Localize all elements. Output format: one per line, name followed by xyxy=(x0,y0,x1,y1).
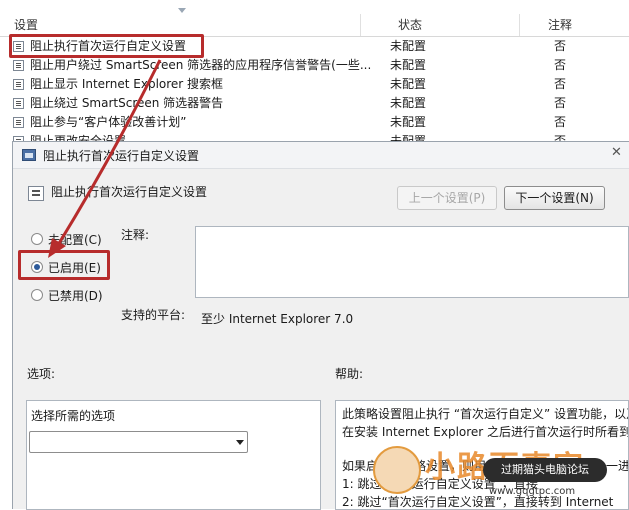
select-option-label: 选择所需的选项 xyxy=(31,409,116,423)
policy-window-icon xyxy=(22,149,36,161)
table-row[interactable]: 阻止参与“客户体验改善计划” 未配置 否 xyxy=(0,113,629,132)
table-row[interactable]: 阻止用户绕过 SmartScreen 筛选器的应用程序信誉警告(一些... 未配… xyxy=(0,56,629,75)
watermark-bubble: 过期猫头电脑论坛 xyxy=(483,458,607,482)
column-header-setting[interactable]: 设置 xyxy=(14,14,38,36)
previous-setting-button[interactable]: 上一个设置(P) xyxy=(397,186,497,210)
radio-not-configured-label[interactable]: 未配置(C) xyxy=(48,231,102,248)
dialog-titlebar[interactable]: 阻止执行首次运行自定义设置 ✕ xyxy=(13,142,629,169)
mascot-icon xyxy=(373,446,421,494)
policy-list: 设置 状态 注释 阻止执行首次运行自定义设置 未配置 否 阻止用户绕过 Smar… xyxy=(0,0,629,150)
chevron-down-icon xyxy=(236,440,244,445)
table-row[interactable]: 阻止显示 Internet Explorer 搜索框 未配置 否 xyxy=(0,75,629,94)
policy-setting-icon xyxy=(13,98,24,109)
dialog-title: 阻止执行首次运行自定义设置 xyxy=(43,149,200,163)
column-separator xyxy=(519,14,520,36)
setting-header-title: 阻止执行首次运行自定义设置 xyxy=(51,185,208,199)
sort-indicator-icon xyxy=(178,8,186,13)
next-setting-button[interactable]: 下一个设置(N) xyxy=(504,186,605,210)
platform-field: 至少 Internet Explorer 7.0 xyxy=(195,304,629,350)
close-icon[interactable]: ✕ xyxy=(611,145,627,161)
policy-setting-icon xyxy=(13,117,24,128)
column-header-comment[interactable]: 注释 xyxy=(548,14,572,36)
radio-not-configured[interactable] xyxy=(31,233,43,245)
option-dropdown[interactable] xyxy=(29,431,248,453)
column-header-state[interactable]: 状态 xyxy=(398,14,422,36)
options-panel: 选择所需的选项 xyxy=(26,400,321,510)
highlight-box-enabled-option xyxy=(18,250,110,280)
comment-field[interactable] xyxy=(195,226,629,298)
policy-setting-icon xyxy=(13,60,24,71)
table-row[interactable]: 阻止绕过 SmartScreen 筛选器警告 未配置 否 xyxy=(0,94,629,113)
highlight-box-selected-row xyxy=(9,34,204,58)
policy-setting-icon xyxy=(28,186,44,201)
radio-disabled-label[interactable]: 已禁用(D) xyxy=(48,287,103,304)
platform-label: 支持的平台: xyxy=(121,308,186,322)
policy-setting-icon xyxy=(13,79,24,90)
comment-label: 注释: xyxy=(121,228,150,242)
help-label: 帮助: xyxy=(335,367,364,381)
column-separator xyxy=(360,14,361,36)
help-text-line: 此策略设置阻止执行 “首次运行自定义” 设置功能，以及 xyxy=(342,407,629,421)
site-watermark: 小路百事家 过期猫头电脑论坛 www.gqgtpc.com xyxy=(365,440,629,509)
help-text-line: 在安装 Internet Explorer 之后进行首次运行时所看到的 xyxy=(342,425,629,439)
options-label: 选项: xyxy=(27,367,56,381)
radio-disabled[interactable] xyxy=(31,289,43,301)
platform-value: 至少 Internet Explorer 7.0 xyxy=(201,312,354,326)
watermark-url: www.gqgtpc.com xyxy=(489,486,576,497)
